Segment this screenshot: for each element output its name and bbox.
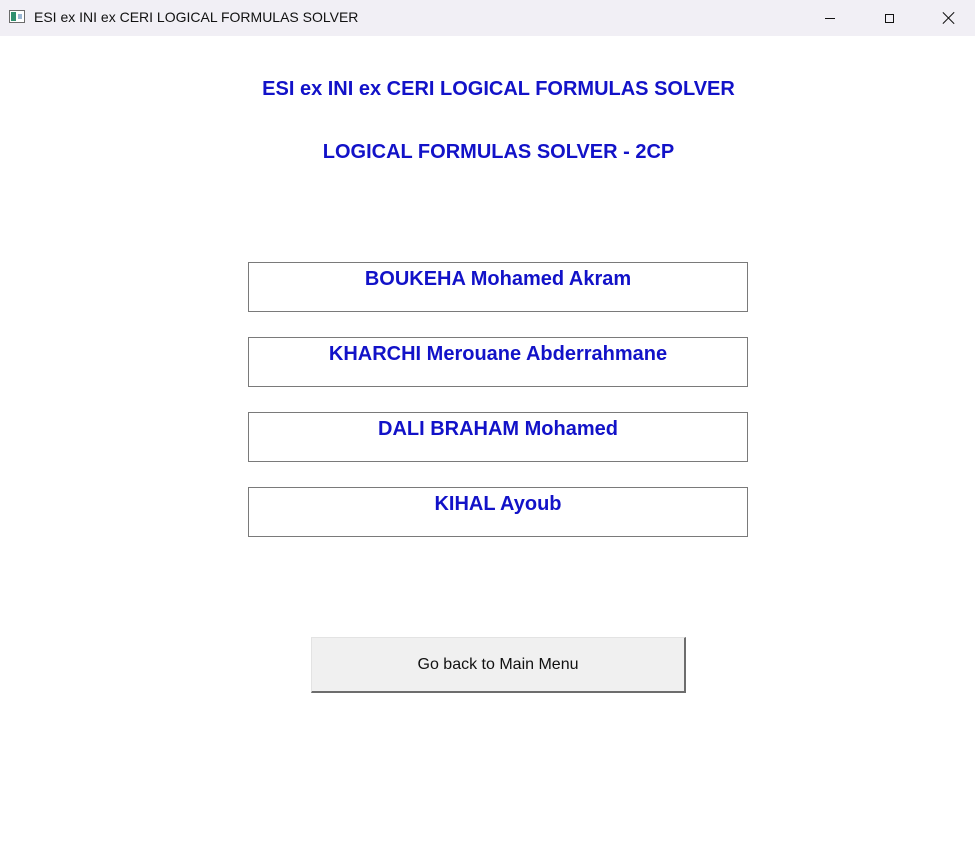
page-subtitle: LOGICAL FORMULAS SOLVER - 2CP <box>322 141 675 163</box>
page-title: ESI ex INI ex CERI LOGICAL FORMULAS SOLV… <box>262 78 735 100</box>
author-name-box: KIHAL Ayoub <box>248 487 748 537</box>
maximize-icon <box>884 13 894 23</box>
window-title: ESI ex INI ex CERI LOGICAL FORMULAS SOLV… <box>34 9 359 25</box>
minimize-icon <box>825 17 835 19</box>
back-to-main-menu-button[interactable]: Go back to Main Menu <box>311 637 686 693</box>
minimize-button[interactable] <box>807 0 853 36</box>
app-icon <box>9 10 25 23</box>
author-name-box: DALI BRAHAM Mohamed <box>248 412 748 462</box>
author-name-box: KHARCHI Merouane Abderrahmane <box>248 337 748 387</box>
title-bar[interactable]: ESI ex INI ex CERI LOGICAL FORMULAS SOLV… <box>0 0 975 36</box>
app-window: ESI ex INI ex CERI LOGICAL FORMULAS SOLV… <box>0 0 975 854</box>
author-name-box: BOUKEHA Mohamed Akram <box>248 262 748 312</box>
close-icon <box>942 12 954 24</box>
maximize-button[interactable] <box>866 0 912 36</box>
close-button[interactable] <box>925 0 971 36</box>
